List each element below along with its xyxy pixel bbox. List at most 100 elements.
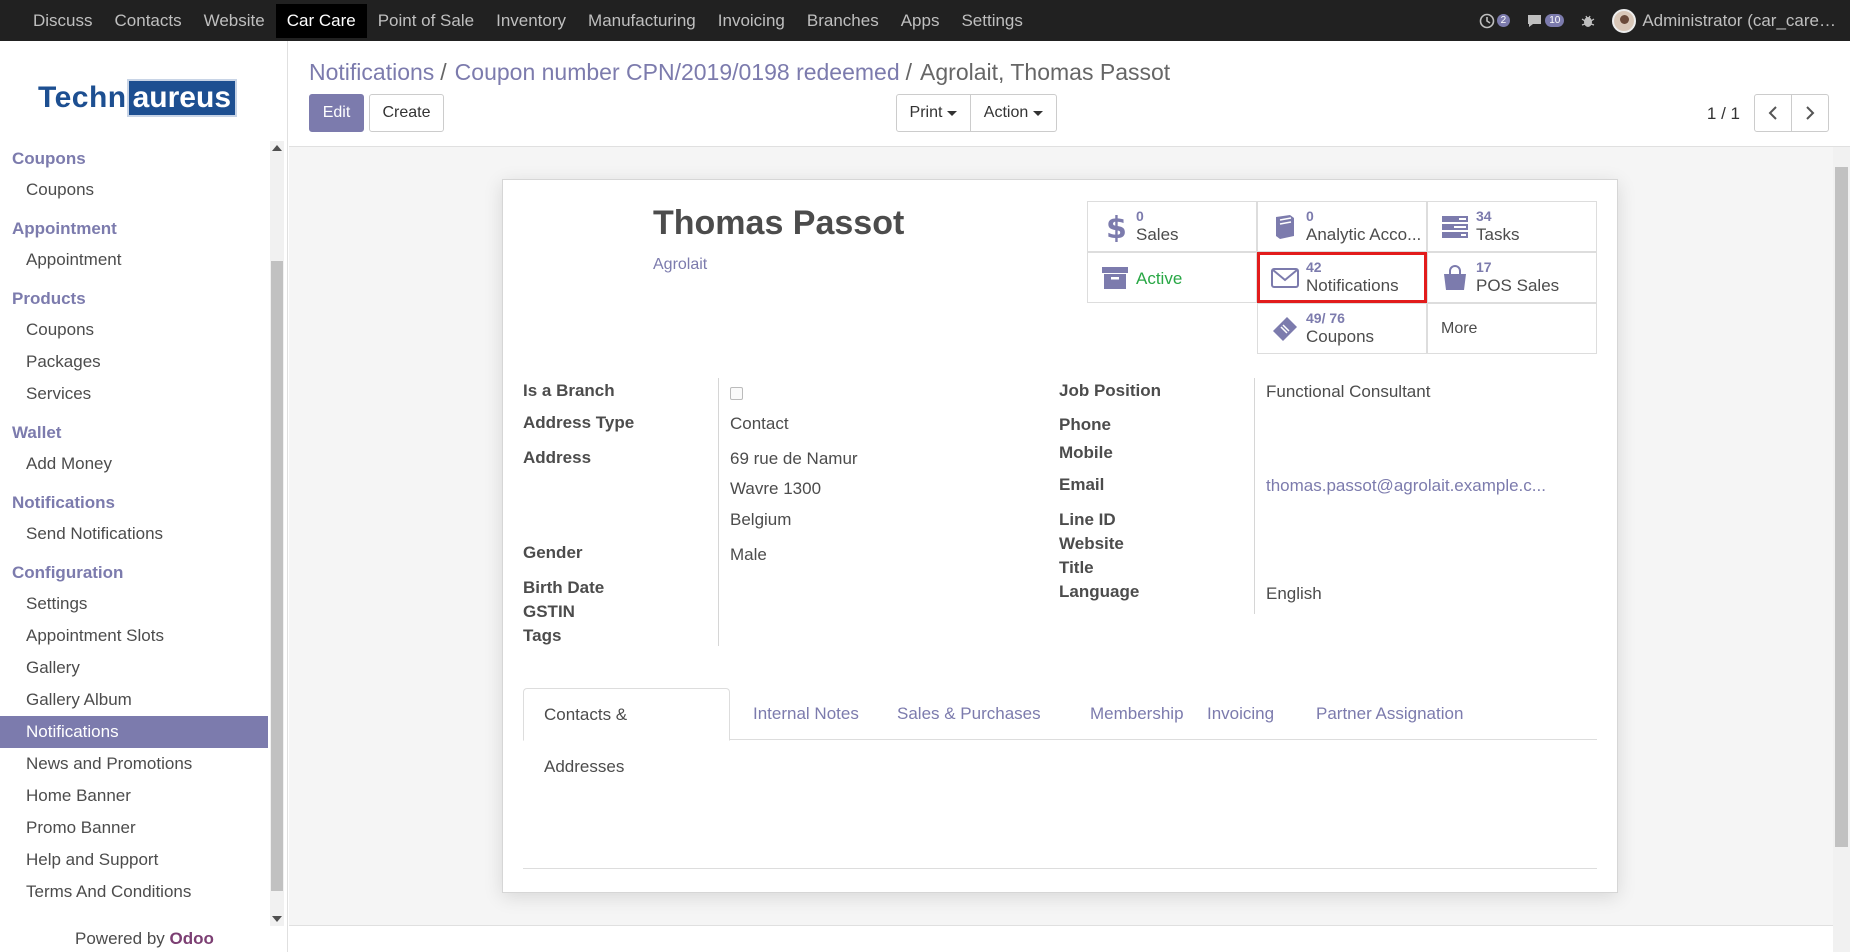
control-panel: Notifications / Coupon number CPN/2019/019…: [289, 41, 1850, 147]
messages-badge: 10: [1545, 14, 1565, 27]
sidebar-item-gallery-album[interactable]: Gallery Album: [0, 684, 268, 716]
language-label: Language: [1059, 582, 1140, 601]
active-toggle-button[interactable]: Active: [1087, 252, 1257, 303]
job-position-label: Job Position: [1059, 381, 1161, 400]
scroll-down-arrow-icon[interactable]: [272, 916, 282, 922]
sidebar-item-send-notifications[interactable]: Send Notifications: [0, 518, 268, 550]
menu-car-care[interactable]: Car Care: [275, 3, 367, 38]
sales-label: Sales: [1136, 225, 1179, 244]
sidebar-item-appointment-slots[interactable]: Appointment Slots: [0, 620, 268, 652]
sidebar-item-add-money[interactable]: Add Money: [0, 448, 268, 480]
menu-website[interactable]: Website: [193, 4, 276, 38]
breadcrumb-notifications[interactable]: Notifications: [309, 59, 434, 85]
tab-partner-assignation[interactable]: Partner Assignation: [1296, 688, 1483, 741]
edit-button[interactable]: Edit: [309, 94, 364, 132]
menu-settings[interactable]: Settings: [950, 4, 1033, 38]
analytic-label: Analytic Acco...: [1306, 225, 1422, 244]
address-type-value: Contact: [730, 414, 789, 433]
sidebar-item-home-banner[interactable]: Home Banner: [0, 780, 268, 812]
print-dropdown[interactable]: Print: [896, 94, 971, 132]
action-label: Action: [983, 104, 1029, 121]
ticket-icon: [1273, 317, 1297, 341]
analytic-count: 0: [1306, 208, 1314, 224]
breadcrumb-separator: /: [905, 59, 913, 85]
sidebar-section-notifications[interactable]: Notifications: [0, 488, 268, 518]
is-branch-checkbox[interactable]: [730, 387, 743, 400]
notebook-tabs: Contacts & Addresses Internal Notes Sale…: [523, 688, 1597, 776]
menu-discuss[interactable]: Discuss: [22, 4, 104, 38]
pager-previous-button[interactable]: [1754, 94, 1792, 132]
more-button[interactable]: More: [1427, 303, 1597, 354]
breadcrumb-coupon[interactable]: Coupon number CPN/2019/0198 redeemed: [455, 59, 900, 85]
create-button[interactable]: Create: [369, 94, 444, 132]
email-link[interactable]: thomas.passot@agrolait.example.c...: [1266, 476, 1546, 496]
chat-icon: [1528, 14, 1542, 27]
website-label: Website: [1059, 534, 1124, 553]
menu-inventory[interactable]: Inventory: [485, 4, 577, 38]
chevron-right-icon: [1806, 106, 1815, 120]
analytic-accounts-smart-button[interactable]: 0 Analytic Acco...: [1257, 201, 1427, 252]
powered-prefix: Powered by: [75, 929, 165, 948]
sidebar-section-coupons[interactable]: Coupons: [0, 144, 268, 174]
breadcrumb-current: Agrolait, Thomas Passot: [920, 59, 1171, 85]
content-scroll-thumb[interactable]: [1835, 167, 1848, 847]
sidebar-item-services[interactable]: Services: [0, 378, 268, 410]
scroll-up-arrow-icon[interactable]: [272, 145, 282, 151]
sidebar-item-product-coupons[interactable]: Coupons: [0, 314, 268, 346]
breadcrumb-separator: /: [440, 59, 447, 85]
sidebar-item-terms[interactable]: Terms And Conditions: [0, 876, 268, 908]
pager-next-button[interactable]: [1791, 94, 1829, 132]
chevron-left-icon: [1768, 106, 1777, 120]
sidebar-item-packages[interactable]: Packages: [0, 346, 268, 378]
sidebar-item-help-support[interactable]: Help and Support: [0, 844, 268, 876]
pos-sales-smart-button[interactable]: 17 POS Sales: [1427, 252, 1597, 303]
pager-value[interactable]: 1 / 1: [1707, 104, 1740, 124]
archive-icon: [1102, 267, 1128, 289]
menu-contacts[interactable]: Contacts: [104, 4, 193, 38]
sales-count: 0: [1136, 208, 1144, 224]
tab-invoicing[interactable]: Invoicing: [1187, 688, 1294, 741]
menu-branches[interactable]: Branches: [796, 4, 890, 38]
bug-icon: [1581, 15, 1595, 27]
tab-membership[interactable]: Membership: [1070, 688, 1204, 741]
coupons-smart-button[interactable]: 49/ 76 Coupons: [1257, 303, 1427, 354]
tab-sales-purchases[interactable]: Sales & Purchases: [877, 688, 1061, 741]
sidebar-item-gallery[interactable]: Gallery: [0, 652, 268, 684]
clock-icon: [1479, 13, 1494, 28]
sidebar-scrollbar[interactable]: [270, 141, 284, 926]
user-menu[interactable]: Administrator (car_care…: [1612, 8, 1836, 33]
partner-company-link[interactable]: Agrolait: [653, 256, 707, 274]
debug-button[interactable]: [1580, 13, 1596, 29]
powered-brand-link[interactable]: Odoo: [170, 929, 214, 948]
menu-manufacturing[interactable]: Manufacturing: [577, 4, 707, 38]
shopping-bag-icon: [1444, 265, 1466, 290]
sidebar-section-products[interactable]: Products: [0, 284, 268, 314]
tab-contacts-addresses[interactable]: Contacts & Addresses: [523, 688, 730, 776]
address-type-label: Address Type: [523, 413, 635, 432]
menu-apps[interactable]: Apps: [890, 4, 951, 38]
notifications-smart-button[interactable]: 42 Notifications: [1257, 252, 1427, 303]
menu-invoicing[interactable]: Invoicing: [707, 4, 796, 38]
tab-internal-notes[interactable]: Internal Notes: [733, 688, 879, 741]
sidebar-section-wallet[interactable]: Wallet: [0, 418, 268, 448]
gender-value: Male: [730, 545, 767, 564]
sidebar-item-promo-banner[interactable]: Promo Banner: [0, 812, 268, 844]
tasks-smart-button[interactable]: 34 Tasks: [1427, 201, 1597, 252]
activity-button[interactable]: 2: [1479, 13, 1511, 29]
sidebar-section-appointment[interactable]: Appointment: [0, 214, 268, 244]
sidebar-item-coupons[interactable]: Coupons: [0, 174, 268, 206]
sidebar-item-news-promotions[interactable]: News and Promotions: [0, 748, 268, 780]
avatar: [1612, 8, 1637, 33]
messages-button[interactable]: 10: [1526, 13, 1565, 29]
menu-point-of-sale[interactable]: Point of Sale: [367, 4, 485, 38]
sidebar-item-notifications[interactable]: Notifications: [0, 716, 268, 748]
sidebar-scroll-thumb[interactable]: [271, 261, 283, 891]
sidebar-section-configuration[interactable]: Configuration: [0, 558, 268, 588]
content-scrollbar[interactable]: [1833, 147, 1850, 952]
sales-smart-button[interactable]: $ 0 Sales: [1087, 201, 1257, 252]
pos-count: 17: [1476, 259, 1492, 275]
sidebar-item-settings[interactable]: Settings: [0, 588, 268, 620]
sidebar-item-appointment[interactable]: Appointment: [0, 244, 268, 276]
pos-label: POS Sales: [1476, 276, 1560, 295]
action-dropdown[interactable]: Action: [970, 94, 1057, 132]
